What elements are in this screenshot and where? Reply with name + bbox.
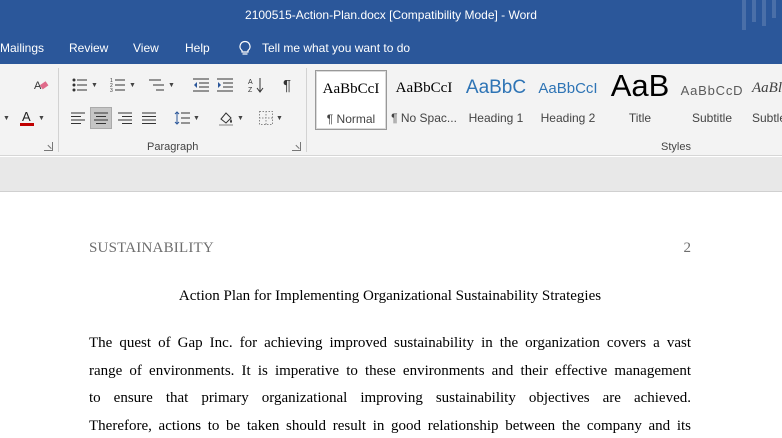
paragraph-line: Therefore, actions to be taken should re… [89,417,691,434]
bullets-button[interactable]: ▼ [68,74,102,96]
font-color-button[interactable]: A ▼ [14,107,50,129]
style-name: Heading 1 [468,111,524,125]
style-normal[interactable]: AaBbCcI ¶ Normal [315,70,387,130]
style-title[interactable]: AaB Title [604,70,676,130]
show-paragraph-marks-button[interactable]: ¶ [276,74,298,96]
ribbon: A ▼ A ▼ ▼ 1 2 3 ▼ ▼ A Z ¶ ▼ ▼ ▼ Paragrap… [0,64,782,156]
style-subtle-emphasis[interactable]: AaBl Subtle... [748,70,782,130]
borders-icon [259,111,274,125]
styles-group-label: Styles [661,141,691,153]
clear-formatting-button[interactable]: A [30,74,52,96]
style-heading-1[interactable]: AaBbC Heading 1 [460,70,532,130]
ruler-area [0,157,782,192]
style-sample: AaBbCcI [395,80,453,96]
justify-button[interactable] [138,107,160,129]
style-sample: AaBbC [465,77,527,98]
style-name: ¶ Normal [326,112,376,126]
font-color-icon: A [20,109,35,126]
paragraph-dialog-launcher[interactable] [292,142,301,151]
justify-icon [142,112,156,124]
style-name: ¶ No Spac... [391,111,457,125]
font-size-caret[interactable] [0,107,10,129]
style-name: Subtitle [691,111,733,125]
tab-view[interactable]: View [133,41,159,55]
title-bar-pattern [762,0,766,26]
decrease-indent-icon [193,78,209,92]
paragraph-line: range of environments. It is imperative … [89,362,691,379]
ribbon-tabs: Mailings Review View Help Tell me what y… [0,32,782,64]
show-paragraph-marks-icon: ¶ [282,76,292,94]
svg-text:A: A [22,109,31,124]
decrease-indent-button[interactable] [190,74,212,96]
document-page[interactable]: SUSTAINABILITY 2 Action Plan for Impleme… [0,192,782,438]
style-heading-2[interactable]: AaBbCcI Heading 2 [532,70,604,130]
lightbulb-icon [239,40,251,55]
body-paragraph: The quest of Gap Inc. for achieving impr… [89,330,691,438]
style-sample: AaBl [752,80,782,96]
bullets-icon [72,78,88,92]
style-sample: AaBbCcI [538,80,598,97]
align-center-button[interactable] [90,107,112,129]
title-bar-pattern [772,0,776,18]
borders-button[interactable]: ▼ [254,107,288,129]
style-name: Title [628,111,652,125]
tab-help[interactable]: Help [185,41,210,55]
font-dialog-launcher[interactable] [44,142,53,151]
page-number: 2 [683,240,692,256]
ribbon-separator [306,68,307,152]
numbering-icon: 1 2 3 [110,78,126,92]
document-title: Action Plan for Implementing Organizatio… [178,288,602,304]
align-center-icon [94,112,108,124]
tell-me-label: Tell me what you want to do [262,41,411,55]
align-right-button[interactable] [114,107,136,129]
svg-text:3: 3 [110,88,113,92]
style-name: Heading 2 [540,111,596,125]
align-left-button[interactable] [67,107,89,129]
style-subtitle[interactable]: AaBbCcD Subtitle [676,70,748,130]
shading-button[interactable]: ▼ [214,107,248,129]
increase-indent-icon [217,78,233,92]
paragraph-line: The quest of Gap Inc. for achieving impr… [89,335,691,351]
align-right-icon [118,112,132,124]
sort-button[interactable]: AZ [245,74,267,96]
svg-text:A: A [248,79,253,86]
numbering-button[interactable]: 1 2 3 ▼ [106,74,140,96]
svg-text:Z: Z [248,87,253,93]
ribbon-separator [58,68,59,152]
clear-formatting-icon: A [34,80,49,92]
paragraph-line: to ensure that primary organizational im… [89,390,691,406]
title-bar-pattern [752,0,756,22]
window-title: 2100515-Action-Plan.docx [Compatibility … [245,8,537,22]
line-spacing-icon [174,111,191,125]
style-sample: AaBbCcI [322,81,380,97]
multilevel-list-button[interactable]: ▼ [145,74,179,96]
style-sample: AaB [610,70,670,103]
line-spacing-button[interactable]: ▼ [170,107,204,129]
title-bar: 2100515-Action-Plan.docx [Compatibility … [0,0,782,32]
increase-indent-button[interactable] [214,74,236,96]
tell-me-search[interactable]: Tell me what you want to do [238,40,410,56]
multilevel-list-icon [149,79,165,91]
tab-mailings[interactable]: Mailings [0,41,44,55]
style-name: Subtle... [752,111,782,125]
tab-review[interactable]: Review [69,41,108,55]
title-bar-pattern [742,0,746,30]
style-sample: AaBbCcD [680,83,744,98]
styles-gallery: AaBbCcI ¶ Normal AaBbCcI ¶ No Spac... Aa… [315,70,782,130]
align-left-icon [71,112,85,124]
paragraph-group-label: Paragraph [147,141,199,153]
running-head: SUSTAINABILITY [89,240,214,256]
sort-icon: AZ [248,78,264,93]
style-no-spacing[interactable]: AaBbCcI ¶ No Spac... [388,70,460,130]
shading-icon [219,112,234,126]
